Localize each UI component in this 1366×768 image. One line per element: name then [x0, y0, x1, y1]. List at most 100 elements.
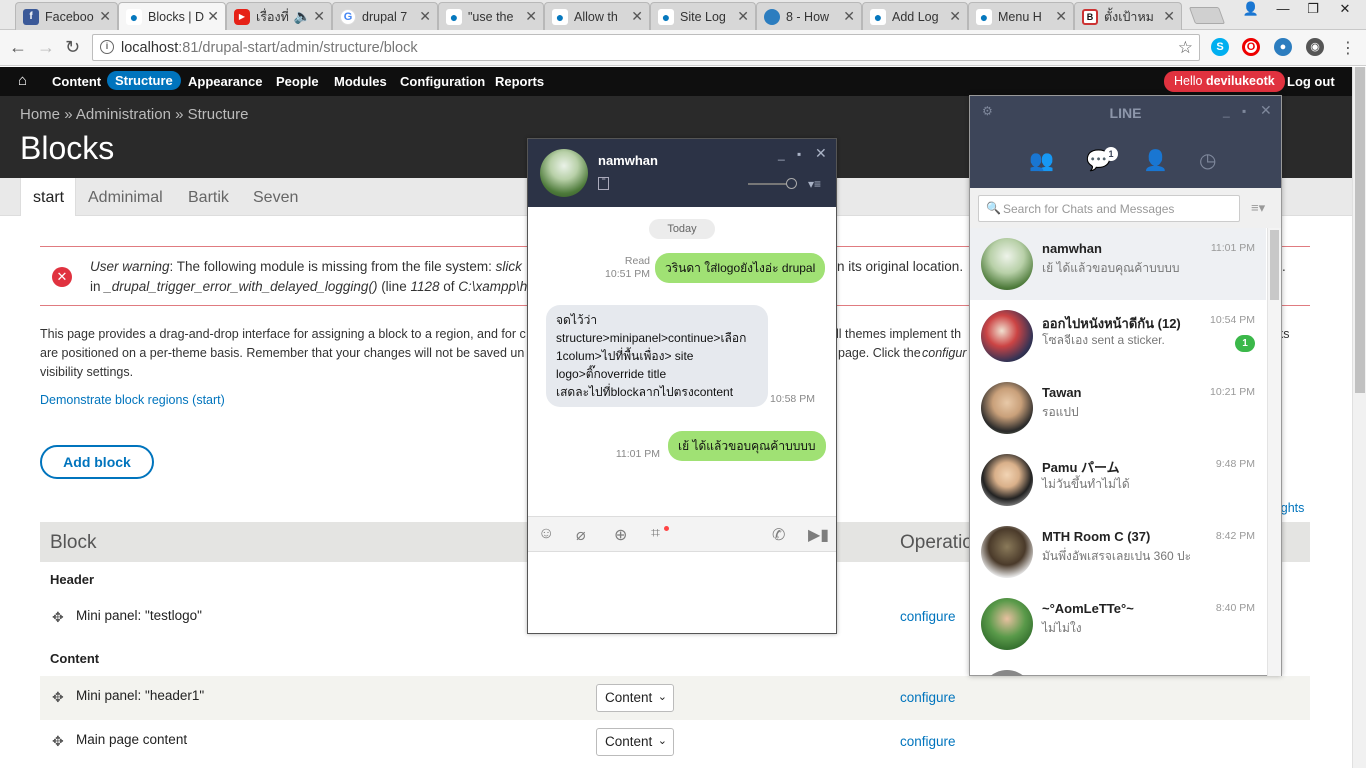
tab-bartik[interactable]: Bartik — [176, 178, 241, 216]
slider-handle[interactable] — [786, 178, 797, 189]
scrollbar-thumb[interactable] — [1355, 67, 1365, 393]
page-scrollbar[interactable] — [1352, 67, 1366, 768]
skype-extension-icon[interactable]: S — [1211, 38, 1229, 56]
avatar[interactable] — [540, 149, 588, 197]
restore-window-button[interactable]: ❐ — [1298, 0, 1328, 20]
chat-menu-icon[interactable]: ▾≡ — [808, 177, 821, 191]
nav-appearance[interactable]: Appearance — [188, 74, 262, 89]
note-icon[interactable]: ≡ — [598, 176, 609, 190]
warning-text: in — [90, 279, 105, 294]
user-greeting[interactable]: Hello devilukeotk — [1164, 71, 1285, 92]
close-tab-icon[interactable]: ✕ — [1055, 8, 1067, 25]
drag-handle-icon[interactable]: ✥ — [52, 609, 64, 626]
close-tab-icon[interactable]: ✕ — [1163, 8, 1175, 25]
close-tab-icon[interactable]: ✕ — [313, 8, 325, 25]
close-window-button[interactable]: ✕ — [1328, 0, 1362, 20]
browser-tab[interactable]: ▶ เรื่องที่ 🔈 ✕ — [226, 2, 332, 30]
scrollbar-thumb[interactable] — [1270, 230, 1279, 300]
close-tab-icon[interactable]: ✕ — [737, 8, 749, 25]
tab-adminimal[interactable]: Adminimal — [76, 178, 175, 216]
chat-list-item[interactable]: ~°AomLeTTe°~ ไม่ไม่ใง 8:40 PM — [970, 588, 1266, 660]
browser-tab[interactable]: ● Site Log ✕ — [650, 2, 756, 30]
nav-modules[interactable]: Modules — [334, 74, 387, 89]
emoji-icon[interactable]: ☺ — [538, 525, 554, 543]
breadcrumb-home[interactable]: Home — [20, 106, 60, 123]
browser-tab[interactable]: f Faceboo ✕ — [15, 2, 118, 30]
search-input[interactable]: 🔍 Search for Chats and Messages — [978, 195, 1240, 222]
forward-icon[interactable]: → — [37, 37, 55, 58]
configure-link[interactable]: configure — [900, 609, 956, 624]
minimize-icon[interactable]: _ — [1223, 104, 1230, 118]
chat-list-scrollbar[interactable] — [1267, 228, 1281, 676]
region-select[interactable]: Content ⌄ — [596, 684, 674, 712]
chat-list-item[interactable]: Tawan รอแปป 10:21 PM — [970, 372, 1266, 444]
profile-icon[interactable]: 👤 — [1240, 0, 1262, 20]
browser-tab[interactable]: ● Allow th ✕ — [544, 2, 650, 30]
close-tab-icon[interactable]: ✕ — [99, 8, 111, 25]
logout-link[interactable]: Log out — [1287, 74, 1335, 89]
nav-structure[interactable]: Structure — [107, 71, 181, 90]
tab-start[interactable]: start — [20, 178, 76, 216]
configure-link[interactable]: configure — [900, 734, 956, 749]
close-tab-icon[interactable]: ✕ — [207, 8, 219, 25]
close-tab-icon[interactable]: ✕ — [525, 8, 537, 25]
video-call-icon[interactable]: ▶▮ — [808, 525, 829, 545]
drag-handle-icon[interactable]: ✥ — [52, 689, 64, 706]
minimize-icon[interactable]: _ — [778, 147, 785, 161]
close-tab-icon[interactable]: ✕ — [843, 8, 855, 25]
drupal-extension-icon[interactable]: ● — [1274, 38, 1292, 56]
breadcrumb-administration[interactable]: Administration — [76, 106, 171, 123]
browser-tab[interactable]: ● Add Log ✕ — [862, 2, 968, 30]
close-icon[interactable]: ✕ — [815, 145, 827, 162]
friends-tab-icon[interactable]: 👥 — [1029, 148, 1054, 173]
back-icon[interactable]: ← — [9, 37, 27, 58]
browser-tab[interactable]: 8 - How ✕ — [756, 2, 862, 30]
nav-configuration[interactable]: Configuration — [400, 74, 485, 89]
chat-list-item[interactable]: namwhan เย้ ได้แล้วขอบคุณค้าบบบบ 11:01 P… — [970, 228, 1266, 300]
nav-content[interactable]: Content — [52, 74, 101, 89]
reload-icon[interactable]: ↻ — [65, 37, 80, 58]
close-icon[interactable]: ✕ — [1260, 102, 1272, 119]
message-input[interactable] — [528, 553, 836, 633]
home-icon[interactable]: ⌂ — [18, 72, 27, 89]
maximize-icon[interactable]: ▪ — [797, 147, 801, 161]
new-tab-button[interactable] — [1188, 7, 1226, 24]
demonstrate-regions-link[interactable]: Demonstrate block regions (start) — [40, 393, 225, 407]
close-tab-icon[interactable]: ✕ — [419, 8, 431, 25]
browser-tab[interactable]: ● Menu H ✕ — [968, 2, 1074, 30]
extension-icon[interactable]: ◉ — [1306, 38, 1324, 56]
minimize-window-button[interactable]: — — [1268, 0, 1298, 20]
browser-tab[interactable]: B ตั้งเป้าหม ✕ — [1074, 2, 1182, 30]
chat-list-item[interactable]: Pamu パーム ไม่วันขึ้นทำไม่ได้ 9:48 PM — [970, 444, 1266, 516]
add-block-button[interactable]: Add block — [40, 445, 154, 479]
nav-reports[interactable]: Reports — [495, 74, 544, 89]
keep-icon[interactable]: ⊕ — [614, 525, 627, 545]
configure-link[interactable]: configure — [900, 690, 956, 705]
browser-tab[interactable]: ● "use the ✕ — [438, 2, 544, 30]
close-tab-icon[interactable]: ✕ — [631, 8, 643, 25]
browser-tab[interactable]: G drupal 7 ✕ — [332, 2, 438, 30]
timeline-tab-icon[interactable]: ◷ — [1199, 148, 1216, 173]
chat-list-item[interactable]: ออกไปหนังหน้าดีกัน (12) โซลจีเอง sent a … — [970, 300, 1266, 372]
info-icon[interactable]: i — [100, 40, 114, 54]
browser-menu-icon[interactable]: ⋮ — [1340, 38, 1356, 58]
attach-icon[interactable]: ⌀ — [576, 525, 586, 545]
tab-seven[interactable]: Seven — [241, 178, 310, 216]
chat-list-item[interactable]: MTH Room C (37) มันพึ่งอัพเสรจเลยเปน 360… — [970, 516, 1266, 588]
screenshot-icon[interactable]: ⌗ — [651, 525, 660, 543]
maximize-icon[interactable]: ▪ — [1242, 104, 1246, 118]
browser-tab-active[interactable]: ● Blocks | D ✕ — [118, 2, 226, 31]
chat-preview: รอแปป — [1042, 405, 1079, 419]
nav-people[interactable]: People — [276, 74, 319, 89]
bookmark-star-icon[interactable]: ☆ — [1178, 38, 1193, 58]
add-friend-tab-icon[interactable]: 👤 — [1143, 148, 1168, 173]
sort-menu-icon[interactable]: ≡▾ — [1251, 200, 1265, 216]
url-bar[interactable]: i localhost:81/drupal-start/admin/struct… — [92, 34, 1200, 61]
opera-extension-icon[interactable]: O — [1242, 38, 1260, 56]
breadcrumb-structure[interactable]: Structure — [188, 106, 249, 123]
close-tab-icon[interactable]: ✕ — [949, 8, 961, 25]
chat-list-item[interactable] — [970, 660, 1266, 676]
drag-handle-icon[interactable]: ✥ — [52, 733, 64, 750]
region-select[interactable]: Content ⌄ — [596, 728, 674, 756]
voice-call-icon[interactable]: ✆ — [772, 525, 785, 545]
